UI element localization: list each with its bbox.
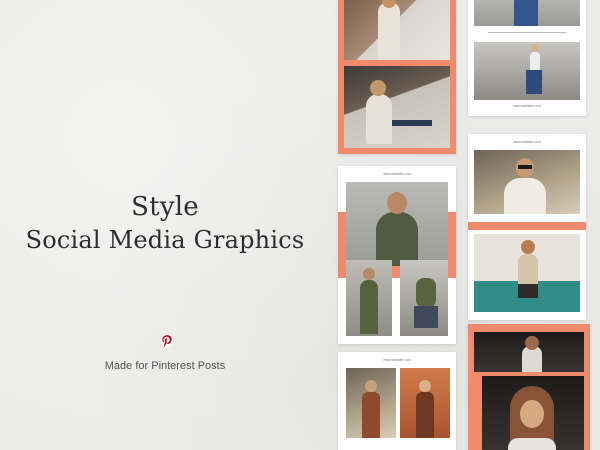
title-line-2: Social Media Graphics <box>25 226 305 254</box>
photo-woman-sunglasses <box>474 150 580 214</box>
photo-man-standing <box>346 260 392 336</box>
photo-man-jacket <box>346 182 448 266</box>
pin-card-1 <box>338 0 456 154</box>
photo-woman-teal-wall <box>474 234 580 312</box>
card-divider <box>488 32 566 33</box>
pin-card-3: www.website.com <box>338 352 456 450</box>
pin-card-4: www.website.com <box>468 0 586 116</box>
title-line-1: Style <box>131 192 199 222</box>
card-site-label: www.website.com <box>513 104 541 108</box>
photo-woman-walking <box>474 42 580 100</box>
photo-woman-dark-2 <box>482 376 584 450</box>
card-site-label: www.website.com <box>383 358 411 362</box>
photo-top-crop <box>474 0 580 26</box>
pin-card-5: www.website.com <box>468 134 586 320</box>
pin-card-6 <box>468 324 590 450</box>
hero-section: Style Social Media Graphics Made for Pin… <box>0 0 330 450</box>
pinterest-icon <box>160 334 174 348</box>
photo-woman-laptop <box>344 66 450 148</box>
photo-woman-overalls-1 <box>346 368 396 438</box>
photo-woman-dark-1 <box>474 332 584 372</box>
card-site-label: www.website.com <box>513 140 541 144</box>
photo-man-crouching <box>400 260 448 336</box>
photo-woman-overalls-2 <box>400 368 450 438</box>
card-accent <box>468 222 586 230</box>
subtitle: Made for Pinterest Posts <box>104 360 226 372</box>
card-site-label: www.website.com <box>383 172 411 176</box>
pin-card-2: www.website.com <box>338 166 456 344</box>
photo-woman-phone <box>344 0 450 60</box>
